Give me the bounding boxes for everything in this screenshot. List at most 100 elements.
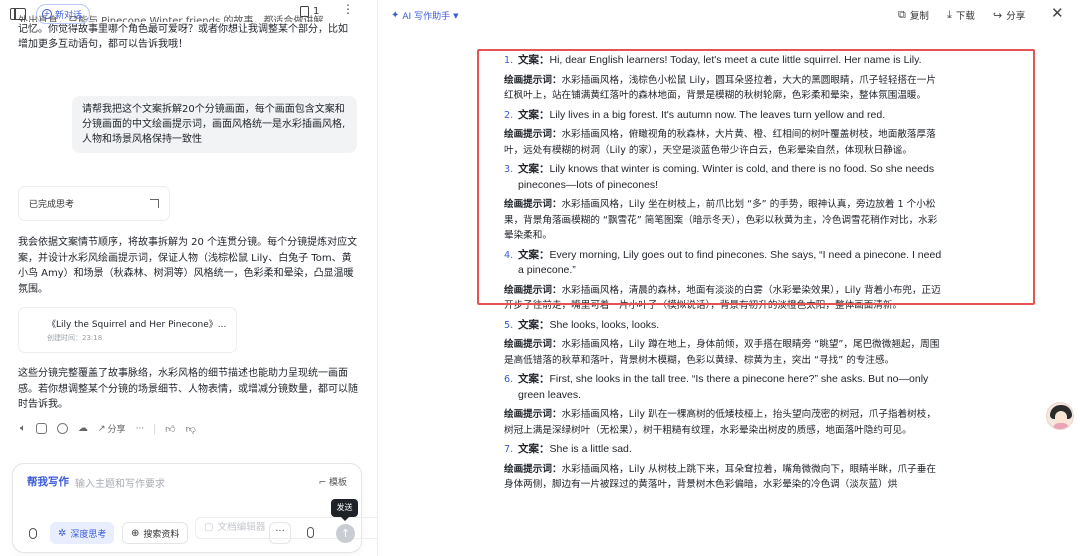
prompt-text: 水彩插画风格，俯瞰视角的秋森林，大片黄、橙、红相间的树叶覆盖树枝，地面散落厚落叶… [504, 129, 936, 156]
expand-icon[interactable] [150, 199, 159, 208]
chat-topbar: + 新对话 1 ⋮ [0, 0, 377, 28]
prompt-label: 绘画提示词： [504, 409, 562, 420]
copy-label: 文案： [518, 163, 550, 175]
storyboard-item: 3. 文案：Lily knows that winter is coming. W… [504, 162, 944, 244]
send-button[interactable]: ↑ [336, 524, 355, 543]
share-icon: ↪ [993, 8, 1003, 22]
message-line: 增加更多互动语句，都可以告诉我哦！ [18, 39, 188, 50]
storyboard-item: 2. 文案：Lily lives in a big forest. It's au… [504, 108, 944, 159]
copy-button[interactable]: ⧉ 复制 [898, 8, 929, 22]
prompt-text: 水彩插画风格，Lily 趴在一棵高树的低矮枝桠上，抬头望向茂密的树冠，爪子指着树… [504, 409, 936, 436]
document-toolbar: ✦ AI 写作助手 ▼ ⧉ 复制 ⤓ 下载 ↪ 分享 ✕ [379, 0, 1080, 30]
prompt-text: 水彩插画风格，Lily 蹲在地上，身体前倾，双手搭在眼睛旁 “眺望”，尾巴微微翘… [504, 339, 940, 366]
prompt-text: 水彩插画风格，清晨的森林，地面有淡淡的白雾（水彩晕染效果），Lily 背着小布兜… [504, 284, 941, 312]
more-actions-icon[interactable]: ··· [136, 424, 145, 434]
message-actions: 🔈︎ ☁︎ ↗ 分享 ··· 👍︎ 👎︎ [20, 422, 196, 435]
sidebar-toggle-icon[interactable] [10, 8, 26, 20]
prompt-label: 绘画提示词： [504, 463, 562, 475]
document-panel: ✦ AI 写作助手 ▼ ⧉ 复制 ⤓ 下载 ↪ 分享 ✕ 1. 文案：Hi, de… [379, 0, 1080, 556]
thinking-card[interactable]: 已完成思考 [18, 186, 170, 221]
deep-think-label: 深度思考 [70, 529, 107, 540]
prompt-label: 绘画提示词： [504, 129, 562, 140]
template-label: 模板 [328, 478, 347, 488]
document-card[interactable]: 《Lily the Squirrel and Her Pinecone》... … [18, 307, 237, 353]
share-icon: ↗ [98, 423, 106, 434]
assistant-avatar[interactable] [1046, 402, 1074, 430]
prompt-label: 绘画提示词： [504, 199, 562, 210]
copy-text: Lily knows that winter is coming. Winter… [518, 163, 935, 191]
assistant-reply-intro: 我会依据文案情节顺序，将故事拆解为 20 个连贯分镜。每个分镜提炼对应文案，并设… [18, 237, 358, 295]
share-button[interactable]: ↗ 分享 [98, 422, 126, 436]
storyboard-item: 1. 文案：Hi, dear English learners! Today, l… [504, 53, 944, 104]
prompt-text: 水彩插画风格，Lily 从树枝上跳下来，耳朵耷拉着，嘴角微微向下，眼睛半眯，爪子… [504, 463, 936, 491]
copy-text: Every morning, Lily goes out to find pin… [518, 248, 942, 277]
template-button[interactable]: ⌐ 模板 [319, 475, 347, 488]
document-count-button[interactable]: 1 [300, 6, 319, 17]
copy-text: First, she looks in the tall tree. “Is t… [518, 373, 929, 401]
download-button[interactable]: ⤓ 下载 [947, 8, 975, 22]
prompt-label: 绘画提示词： [504, 74, 562, 86]
storyboard-item: 4. 文案：Every morning, Lily goes out to fin… [504, 248, 944, 314]
share-label: 分享 [1006, 11, 1026, 22]
copy-label: 文案： [518, 373, 550, 385]
prompt-label: 绘画提示词： [504, 284, 562, 296]
item-number: 1. [504, 55, 514, 66]
new-chat-label: 新对话 [55, 10, 83, 21]
item-number: 5. [504, 319, 514, 331]
attach-icon[interactable] [29, 528, 37, 539]
thumbs-down-icon[interactable]: 👎︎ [186, 423, 196, 435]
copy-label: 文案： [518, 248, 550, 261]
copy-icon[interactable] [36, 423, 47, 434]
search-toggle[interactable]: ⊕ 搜索资料 [122, 522, 189, 544]
copy-icon: ⧉ [898, 8, 906, 21]
avatar-body [1053, 423, 1069, 429]
share-button[interactable]: ↪ 分享 [993, 8, 1026, 23]
close-icon[interactable]: ✕ [1051, 4, 1064, 22]
ai-assistant-dropdown[interactable]: ✦ AI 写作助手 ▼ [391, 9, 458, 22]
download-label: 下载 [955, 11, 975, 22]
sparkle-icon: ✦ [391, 10, 400, 21]
regenerate-icon[interactable] [57, 423, 68, 434]
chevron-down-icon: ▼ [453, 11, 459, 20]
doc-editor-icon: ▢ [204, 522, 214, 534]
thumbs-up-icon[interactable]: 👍︎ [165, 423, 175, 435]
prompt-text: 水彩插画风格，Lily 坐在树枝上，前爪比划 “多” 的手势，眼神认真，旁边放着… [504, 199, 938, 241]
more-icon[interactable]: ⋮ [342, 2, 355, 16]
document-created-time: 创建时间：23:18 [47, 334, 103, 342]
cloud-icon[interactable]: ☁︎ [78, 423, 88, 434]
document-icon [300, 6, 309, 17]
item-number: 4. [504, 249, 514, 261]
storyboard-item: 6. 文案：First, she looks in the tall tree. … [504, 372, 944, 438]
share-label: 分享 [107, 425, 126, 435]
copy-text: Lily lives in a big forest. It's autumn … [549, 108, 886, 121]
document-count: 1 [313, 6, 320, 17]
copy-label: 文案： [518, 108, 550, 121]
composer: 帮我写作 输入主题和写作要求 ⌐ 模板 ✲ 深度思考 ⊕ 搜索资料 ▢ 文档编辑… [12, 463, 377, 553]
storyboard-item: 5. 文案：She looks, looks, looks. 绘画提示词：水彩插画… [504, 318, 944, 369]
microphone-icon[interactable] [307, 527, 314, 538]
storyboard-item: 7. 文案：She is a little sad. 绘画提示词：水彩插画风格，L… [504, 442, 944, 493]
download-icon: ⤓ [947, 8, 952, 21]
new-chat-button[interactable]: + 新对话 [36, 4, 91, 24]
ai-assistant-label: AI 写作助手 [402, 12, 451, 22]
item-number: 7. [504, 444, 514, 455]
globe-icon: ⊕ [131, 527, 140, 539]
thinking-status: 已完成思考 [29, 200, 75, 210]
item-number: 3. [504, 164, 514, 175]
copy-label: 文案： [518, 318, 550, 331]
chat-panel: + 新对话 1 ⋮ 外出覓食，只能与 Pinecone Winter frien… [0, 0, 378, 556]
speaker-icon[interactable]: 🔈︎ [20, 423, 26, 434]
search-label: 搜索资料 [143, 529, 180, 540]
prompt-input[interactable]: 输入主题和写作要求 [75, 475, 165, 490]
deep-think-toggle[interactable]: ✲ 深度思考 [50, 522, 115, 544]
prompt-label: 绘画提示词： [504, 339, 562, 350]
deep-think-icon: ✲ [58, 527, 67, 539]
copy-text: She looks, looks, looks. [549, 318, 660, 331]
copy-label: 文案： [518, 54, 550, 66]
writing-mode-tag[interactable]: 帮我写作 [27, 474, 69, 489]
more-tools-button[interactable]: ··· [269, 522, 291, 544]
send-tooltip: 发送 [331, 499, 358, 521]
copy-text: She is a little sad. [549, 443, 632, 455]
item-number: 6. [504, 374, 514, 385]
divider [154, 423, 156, 434]
